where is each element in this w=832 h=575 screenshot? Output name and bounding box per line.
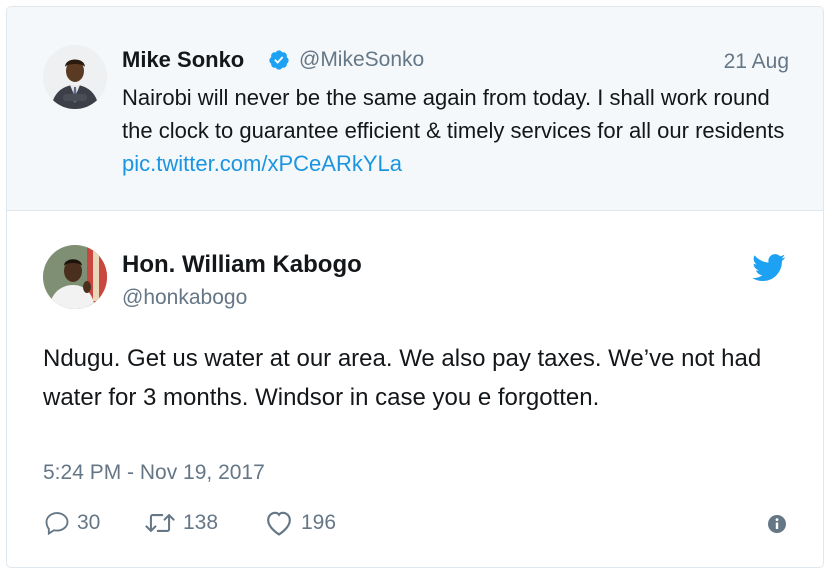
quoted-tweet-link[interactable]: pic.twitter.com/xPCeARkYLa — [122, 151, 402, 176]
tweet-actions: 30 138 196 — [43, 507, 803, 539]
quoted-author-name[interactable]: Mike Sonko — [122, 47, 244, 73]
heart-icon — [267, 511, 291, 536]
reply-button[interactable]: 30 — [43, 507, 100, 539]
retweet-count: 138 — [183, 511, 219, 534]
like-button[interactable]: 196 — [263, 507, 336, 539]
author-handle[interactable]: @honkabogo — [122, 286, 247, 310]
quoted-tweet-date[interactable]: 21 Aug — [724, 50, 789, 74]
tweet-embed-card: Mike Sonko @MikeSonko 21 Aug Nairobi wil… — [6, 6, 824, 568]
william-kabogo-avatar[interactable] — [43, 245, 107, 309]
quoted-tweet[interactable]: Mike Sonko @MikeSonko 21 Aug Nairobi wil… — [7, 7, 823, 211]
quoted-author-handle[interactable]: @MikeSonko — [299, 48, 424, 72]
reply-icon — [45, 512, 69, 536]
tweet-timestamp[interactable]: 5:24 PM - Nov 19, 2017 — [43, 461, 265, 485]
retweet-icon — [145, 514, 175, 532]
tweet-text: Ndugu. Get us water at our area. We also… — [43, 345, 762, 411]
mike-sonko-avatar[interactable] — [43, 45, 107, 109]
quoted-tweet-text: Nairobi will never be the same again fro… — [122, 81, 802, 180]
reply-count: 30 — [77, 511, 101, 534]
twitter-bird-icon[interactable] — [752, 254, 786, 282]
retweet-button[interactable]: 138 — [143, 507, 218, 539]
like-count: 196 — [301, 511, 337, 534]
quoted-tweet-body: Nairobi will never be the same again fro… — [122, 85, 785, 143]
author-name[interactable]: Hon. William Kabogo — [122, 251, 362, 279]
info-icon[interactable] — [767, 514, 787, 534]
verified-badge-icon — [269, 50, 289, 70]
